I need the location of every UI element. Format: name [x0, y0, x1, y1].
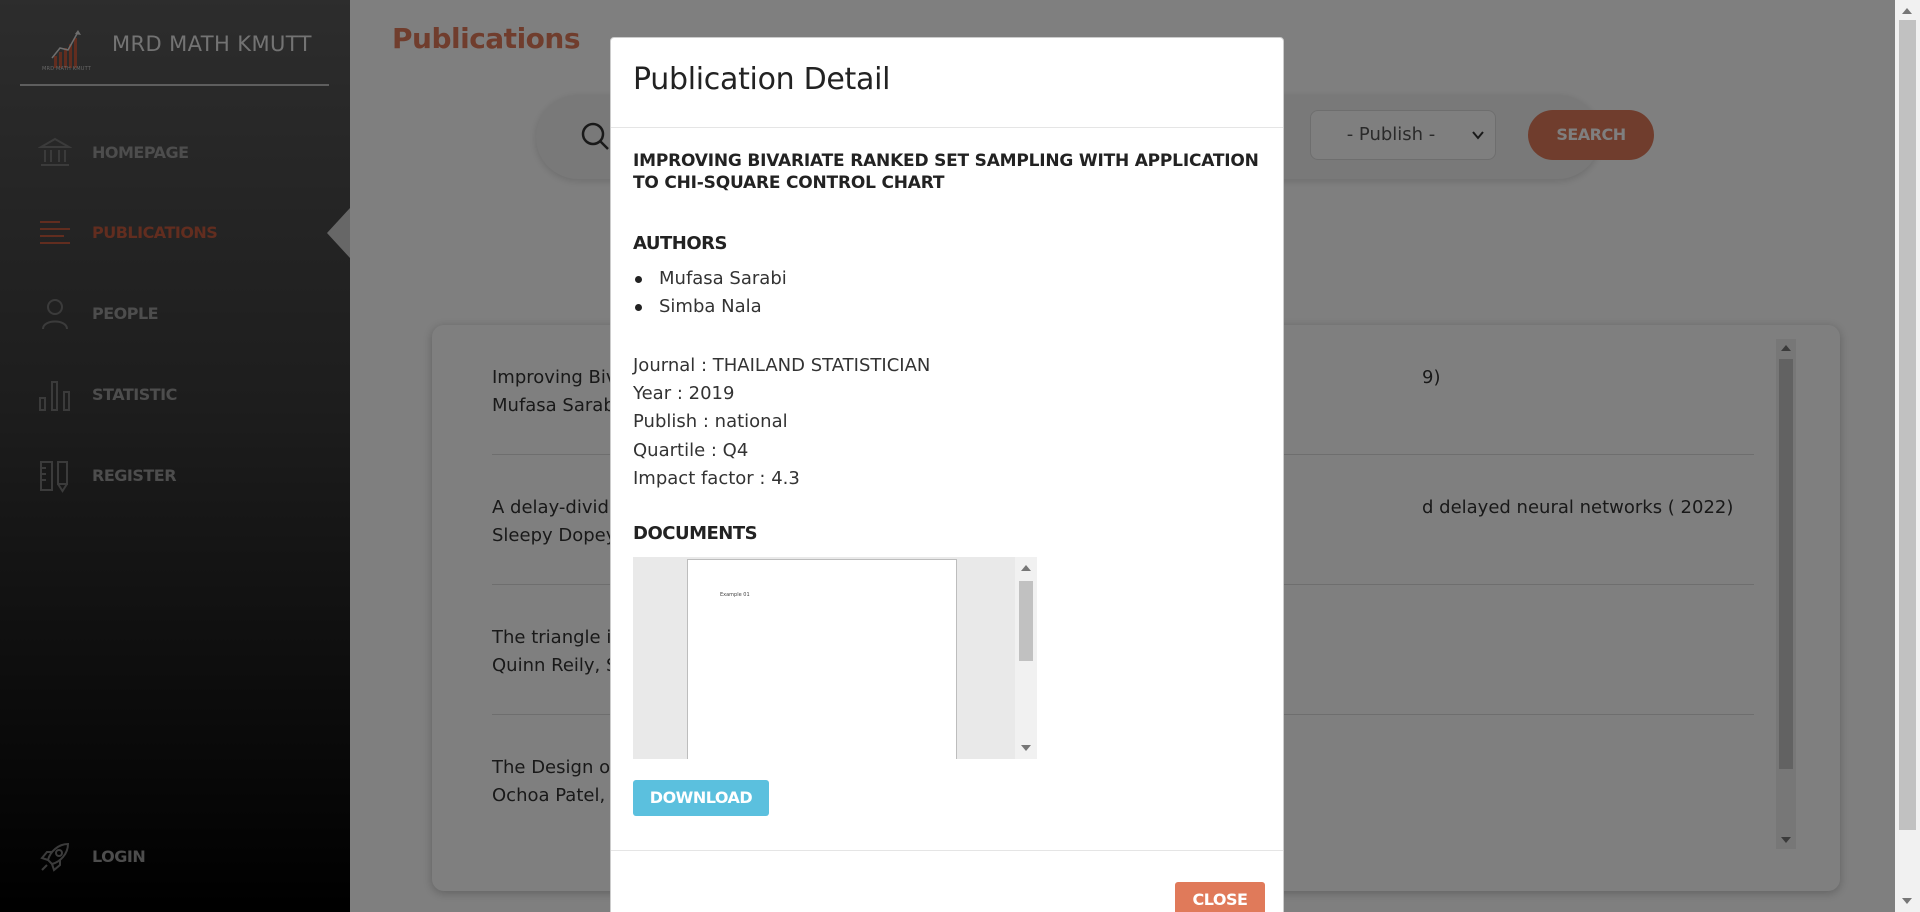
- modal-footer-divider: [611, 850, 1283, 851]
- document-scrollbar[interactable]: [1015, 557, 1037, 759]
- authors-list: Mufasa Sarabi Simba Nala: [633, 268, 787, 324]
- download-button[interactable]: DOWNLOAD: [633, 780, 769, 816]
- authors-heading: AUTHORS: [633, 233, 727, 254]
- scroll-down-arrow-icon[interactable]: [1021, 745, 1031, 751]
- document-page-text: Example 01: [720, 592, 750, 598]
- journal-info: Journal : THAILAND STATISTICIAN: [633, 355, 931, 376]
- publication-title: IMPROVING BIVARIATE RANKED SET SAMPLING …: [633, 151, 1259, 193]
- modal-header: Publication Detail: [611, 38, 1283, 128]
- scroll-up-arrow-icon[interactable]: [1021, 565, 1031, 571]
- scroll-up-arrow-icon[interactable]: [1902, 8, 1912, 14]
- scroll-down-arrow-icon[interactable]: [1902, 898, 1912, 904]
- close-button[interactable]: CLOSE: [1175, 882, 1265, 912]
- documents-heading: DOCUMENTS: [633, 523, 758, 544]
- list-item: Simba Nala: [633, 296, 787, 324]
- quartile-info: Quartile : Q4: [633, 440, 749, 461]
- list-item: Mufasa Sarabi: [633, 268, 787, 296]
- impact-factor-info: Impact factor : 4.3: [633, 468, 800, 489]
- document-scroll-thumb[interactable]: [1019, 581, 1033, 661]
- modal-title: Publication Detail: [633, 62, 891, 97]
- page-scrollbar[interactable]: [1895, 0, 1920, 912]
- document-page: Example 01: [687, 559, 957, 759]
- document-viewer[interactable]: Example 01: [633, 557, 1037, 759]
- year-info: Year : 2019: [633, 383, 735, 404]
- publication-detail-modal: Publication Detail IMPROVING BIVARIATE R…: [610, 37, 1284, 912]
- publish-info: Publish : national: [633, 411, 788, 432]
- page-scroll-thumb[interactable]: [1899, 20, 1916, 830]
